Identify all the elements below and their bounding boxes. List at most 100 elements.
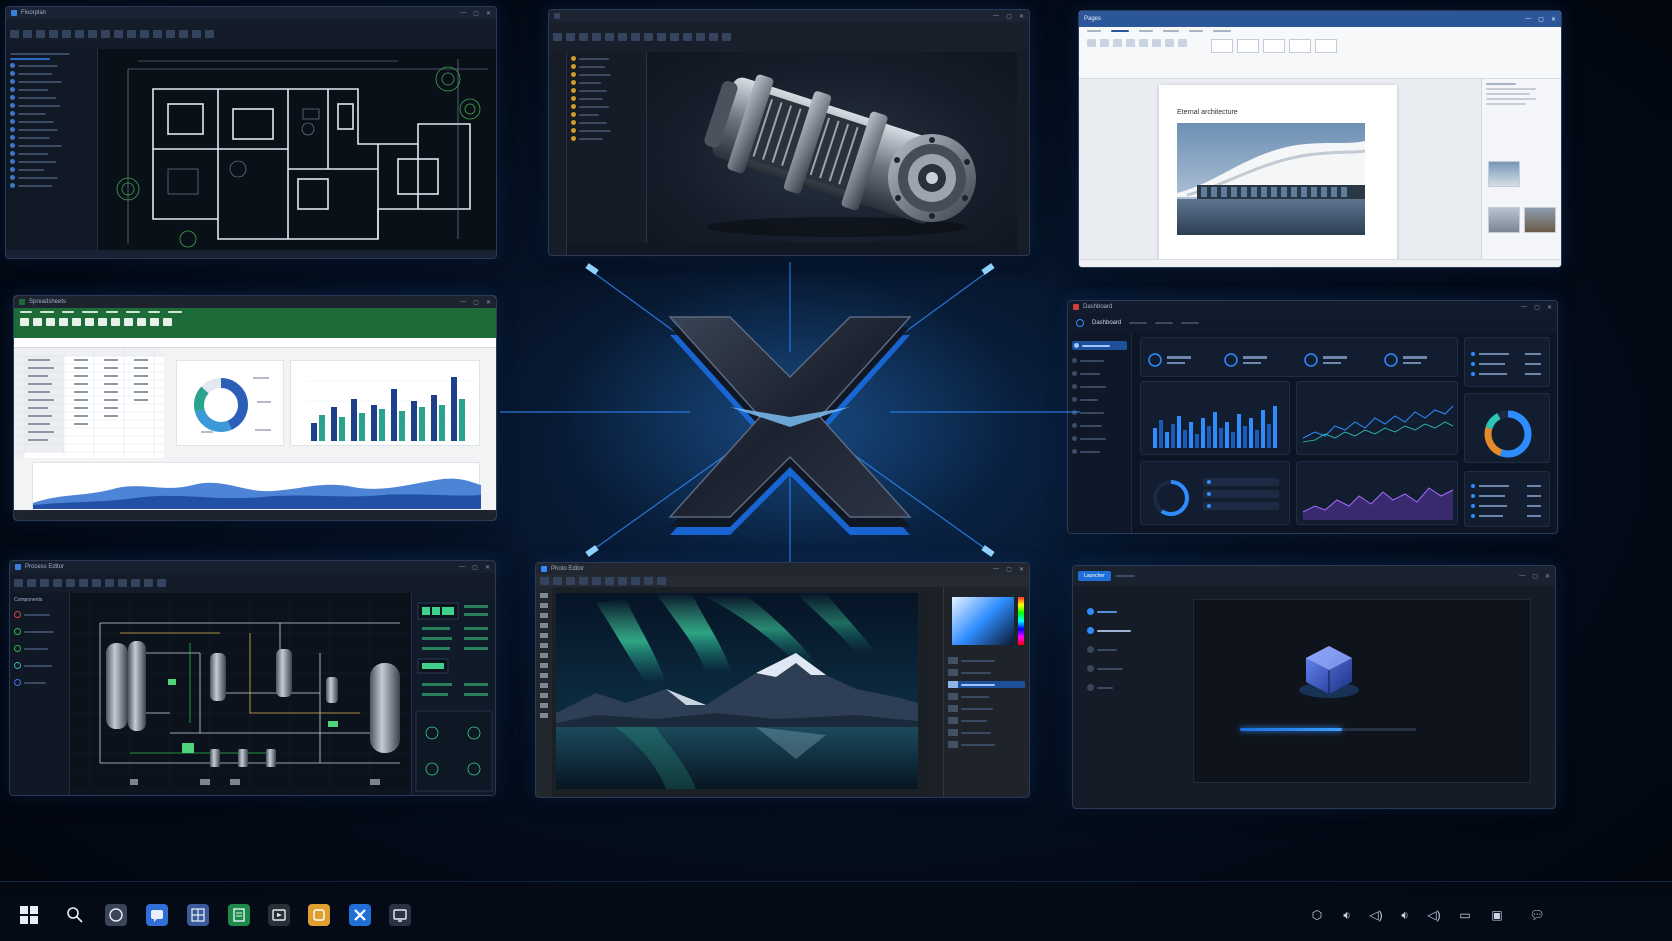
layer-row[interactable]: [948, 717, 1025, 724]
document-area[interactable]: Eternal architecture: [1079, 79, 1481, 267]
formula-bar[interactable]: [14, 338, 496, 348]
layer-item[interactable]: [10, 151, 93, 156]
align-icon[interactable]: [1152, 39, 1161, 47]
cell-grid[interactable]: [14, 348, 164, 458]
tool-icon[interactable]: [72, 318, 81, 326]
layer-item[interactable]: [10, 95, 93, 100]
thumbnail[interactable]: [1488, 161, 1520, 187]
tool-icon[interactable]: [127, 30, 136, 38]
tree-item[interactable]: [571, 120, 642, 125]
nav-item[interactable]: [1072, 397, 1127, 402]
speaker-icon[interactable]: ◁): [1367, 907, 1385, 923]
cad-window[interactable]: Floorplan — ▢ ✕: [5, 6, 497, 259]
tool-icon[interactable]: [88, 30, 97, 38]
layer-row[interactable]: [948, 729, 1025, 736]
tool-icon[interactable]: [14, 579, 23, 587]
tool-icon[interactable]: [631, 577, 640, 585]
nav-item[interactable]: [1087, 665, 1169, 672]
bar-chart-card[interactable]: [1140, 381, 1290, 455]
launcher-window[interactable]: Launcher — ▢ ✕: [1072, 565, 1556, 809]
layer-item[interactable]: [10, 143, 93, 148]
taskbar-app[interactable]: [146, 904, 168, 926]
tool-icon[interactable]: [205, 30, 214, 38]
tool-icon[interactable]: [540, 577, 549, 585]
tool-icon[interactable]: [33, 318, 42, 326]
taskbar-app[interactable]: [105, 904, 127, 926]
tool-icon[interactable]: [140, 30, 149, 38]
maximize-icon[interactable]: ▢: [1538, 16, 1544, 23]
tool-icon[interactable]: [62, 30, 71, 38]
minimize-icon[interactable]: —: [1519, 573, 1525, 580]
tree-item[interactable]: [571, 88, 642, 93]
maximize-icon[interactable]: ▢: [1534, 304, 1540, 311]
nav-item[interactable]: [1072, 410, 1127, 415]
tool-icon[interactable]: [66, 579, 75, 587]
tool-icon[interactable]: [40, 579, 49, 587]
tree-item[interactable]: [571, 136, 642, 141]
search-button[interactable]: [64, 904, 86, 926]
tool-icon[interactable]: [179, 30, 188, 38]
tool-icon[interactable]: [75, 30, 84, 38]
photo-editor-window[interactable]: Photo Editor — ▢ ✕: [535, 562, 1030, 798]
speaker-icon[interactable]: 🔉︎: [1396, 907, 1414, 923]
bold-icon[interactable]: [1100, 39, 1109, 47]
taskbar-app[interactable]: [228, 904, 250, 926]
tool-icon[interactable]: [566, 577, 575, 585]
kpi-card[interactable]: [1140, 337, 1458, 377]
status-list-card[interactable]: [1464, 337, 1550, 387]
tool-icon[interactable]: [683, 33, 692, 41]
layer-item[interactable]: [10, 79, 93, 84]
excel-window[interactable]: Spreadsheets — ▢ ✕: [13, 295, 497, 521]
minimize-icon[interactable]: —: [993, 13, 999, 20]
nav-item[interactable]: [1072, 384, 1127, 389]
tree-item[interactable]: [571, 72, 642, 77]
tool-icon[interactable]: [631, 33, 640, 41]
drawing-canvas[interactable]: [98, 49, 496, 250]
donut-chart[interactable]: [176, 360, 284, 446]
tool-icon[interactable]: [670, 33, 679, 41]
tool-icon[interactable]: [592, 33, 601, 41]
close-icon[interactable]: ✕: [1545, 573, 1550, 580]
minimize-icon[interactable]: —: [460, 299, 466, 306]
area-chart-card[interactable]: [1296, 461, 1458, 525]
hue-slider[interactable]: [1018, 597, 1024, 645]
list-card[interactable]: [1464, 471, 1550, 527]
nav-item[interactable]: [1072, 371, 1127, 376]
component-item[interactable]: [14, 679, 65, 686]
tool-icon[interactable]: [605, 577, 614, 585]
close-icon[interactable]: ✕: [1019, 13, 1024, 20]
photo-canvas[interactable]: [556, 593, 918, 789]
layer-item[interactable]: [10, 127, 93, 132]
maximize-icon[interactable]: ▢: [473, 10, 479, 17]
tool-icon[interactable]: [605, 33, 614, 41]
layer-item[interactable]: [10, 135, 93, 140]
minimize-icon[interactable]: —: [459, 564, 465, 571]
tool-icon[interactable]: [144, 579, 153, 587]
nav-item[interactable]: [1087, 646, 1169, 653]
tool-icon[interactable]: [579, 577, 588, 585]
layer-item[interactable]: [10, 63, 93, 68]
close-icon[interactable]: ✕: [486, 10, 491, 17]
taskbar-app[interactable]: [349, 904, 371, 926]
tool-icon[interactable]: [163, 318, 172, 326]
tool-icon[interactable]: [592, 577, 601, 585]
tool-icon[interactable]: [137, 318, 146, 326]
underline-icon[interactable]: [1126, 39, 1135, 47]
layer-item[interactable]: [10, 119, 93, 124]
tool-icon[interactable]: [166, 30, 175, 38]
tree-item[interactable]: [571, 80, 642, 85]
line-chart-card[interactable]: [1296, 381, 1458, 455]
tool-icon[interactable]: [553, 33, 562, 41]
tool-icon[interactable]: [618, 577, 627, 585]
component-item[interactable]: [14, 645, 65, 652]
pid-canvas[interactable]: [70, 593, 413, 791]
maximize-icon[interactable]: ▢: [1006, 13, 1012, 20]
tool-icon[interactable]: [722, 33, 731, 41]
dashboard-window[interactable]: Dashboard — ▢ ✕ Dashboard: [1067, 300, 1558, 534]
tool-icon[interactable]: [20, 318, 29, 326]
tool-icon[interactable]: [98, 318, 107, 326]
speaker-icon[interactable]: 🔉︎: [1338, 907, 1356, 923]
italic-icon[interactable]: [1113, 39, 1122, 47]
tool-icon[interactable]: [23, 30, 32, 38]
nav-item[interactable]: [1072, 358, 1127, 363]
